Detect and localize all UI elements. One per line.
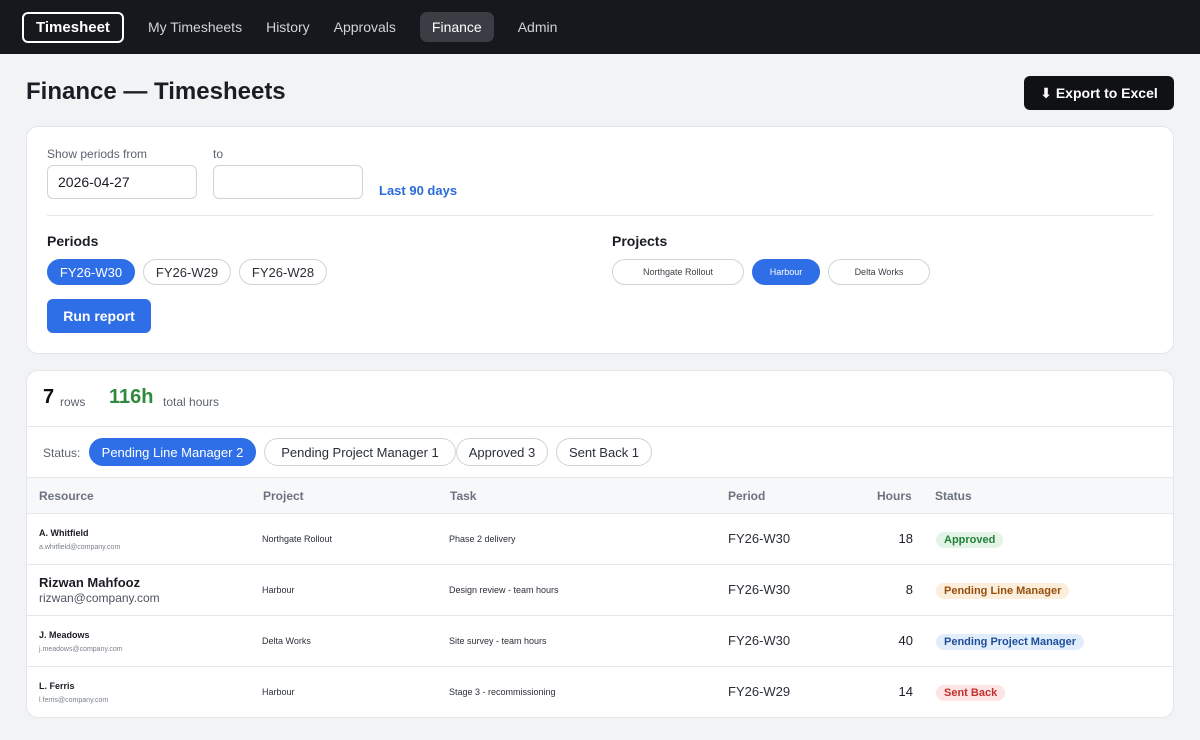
project-cell: Delta Works	[262, 636, 311, 646]
period-cell: FY26-W30	[728, 531, 791, 546]
brand-logo[interactable]: Timesheet	[22, 11, 124, 43]
nav-finance[interactable]: Finance	[419, 12, 494, 42]
status-filter-label: Status:	[43, 446, 81, 460]
hours-cell: 14	[898, 684, 913, 699]
status-badge: Pending Line Manager	[936, 583, 1070, 599]
hours-cell: 18	[898, 531, 913, 546]
period-chip-w29[interactable]: FY26-W29	[143, 259, 231, 285]
last-90-days-link[interactable]: Last 90 days	[379, 183, 457, 198]
nav-admin[interactable]: Admin	[506, 12, 570, 42]
table-row[interactable]: Rizwan Mahfooz rizwan@company.com Harbou…	[27, 565, 1173, 616]
export-excel-button[interactable]: ⬇ Export to Excel	[1024, 76, 1174, 110]
project-chip-northgate[interactable]: Northgate Rollout	[612, 259, 744, 285]
status-badge: Sent Back	[936, 685, 1006, 701]
filters-divider	[47, 215, 1153, 216]
status-chip-sent-back[interactable]: Sent Back 1	[556, 438, 652, 466]
results-card: 7 rows 116h total hours Status: Pending …	[26, 370, 1174, 718]
col-task[interactable]: Task	[450, 489, 476, 503]
resource-name: J. Meadows	[39, 630, 90, 640]
status-badge: Approved	[936, 532, 1004, 548]
project-cell: Harbour	[262, 585, 295, 595]
projects-heading: Projects	[612, 233, 668, 249]
resource-name: A. Whitfield	[39, 528, 89, 538]
from-label: Show periods from	[47, 147, 148, 161]
table-row[interactable]: A. Whitfield a.whitfield@company.com Nor…	[27, 514, 1173, 565]
total-hours-label: total hours	[163, 395, 220, 409]
resource-email: a.whitfield@company.com	[39, 544, 121, 551]
summary-divider	[27, 426, 1173, 427]
period-cell: FY26-W30	[728, 582, 791, 597]
from-date-input[interactable]: 2026-04-27	[47, 165, 197, 199]
resource-name: L. Ferris	[39, 681, 75, 691]
resource-email: j.meadows@company.com	[39, 646, 123, 653]
top-nav: Timesheet My Timesheets History Approval…	[0, 0, 1200, 54]
table-row[interactable]: L. Ferris l.ferris@company.com Harbour S…	[27, 667, 1173, 717]
status-chip-approved[interactable]: Approved 3	[456, 438, 548, 466]
project-cell: Harbour	[262, 687, 295, 697]
table-row[interactable]: J. Meadows j.meadows@company.com Delta W…	[27, 616, 1173, 667]
resource-email: rizwan@company.com	[39, 591, 160, 605]
resource-name: Rizwan Mahfooz	[39, 575, 141, 590]
task-cell: Site survey - team hours	[449, 636, 547, 646]
resource-email: l.ferris@company.com	[39, 697, 109, 704]
col-resource[interactable]: Resource	[39, 489, 94, 503]
nav-my-timesheets[interactable]: My Timesheets	[136, 12, 254, 42]
page-title: Finance — Timesheets	[26, 78, 286, 105]
status-badge: Pending Project Manager	[936, 634, 1085, 650]
nav-approvals[interactable]: Approvals	[322, 12, 408, 42]
period-cell: FY26-W29	[728, 684, 791, 699]
period-chip-w28[interactable]: FY26-W28	[239, 259, 327, 285]
table-header: Resource Project Task Period Hours Statu…	[27, 477, 1173, 514]
rows-label: rows	[60, 395, 86, 409]
period-cell: FY26-W30	[728, 633, 791, 648]
task-cell: Design review - team hours	[449, 585, 559, 595]
period-chip-w30[interactable]: FY26-W30	[47, 259, 135, 285]
to-label: to	[213, 147, 224, 161]
filters-card: Show periods from 2026-04-27 to Last 90 …	[26, 126, 1174, 354]
rows-count: 7	[43, 386, 55, 408]
col-hours[interactable]: Hours	[877, 489, 912, 503]
task-cell: Phase 2 delivery	[449, 534, 516, 544]
status-chip-pending-project-manager[interactable]: Pending Project Manager 1	[264, 438, 456, 466]
total-hours: 116h	[109, 386, 154, 408]
project-chip-harbour[interactable]: Harbour	[752, 259, 820, 285]
col-status[interactable]: Status	[935, 489, 972, 503]
to-date-input[interactable]	[213, 165, 363, 199]
hours-cell: 8	[905, 582, 913, 597]
col-project[interactable]: Project	[263, 489, 304, 503]
hours-cell: 40	[898, 633, 913, 648]
run-report-button[interactable]: Run report	[47, 299, 151, 333]
status-chip-pending-line-manager[interactable]: Pending Line Manager 2	[89, 438, 256, 466]
col-period[interactable]: Period	[728, 489, 765, 503]
nav-history[interactable]: History	[254, 12, 322, 42]
project-chip-delta-works[interactable]: Delta Works	[828, 259, 930, 285]
project-cell: Northgate Rollout	[262, 534, 333, 544]
periods-heading: Periods	[47, 233, 99, 249]
task-cell: Stage 3 - recommissioning	[449, 687, 556, 697]
